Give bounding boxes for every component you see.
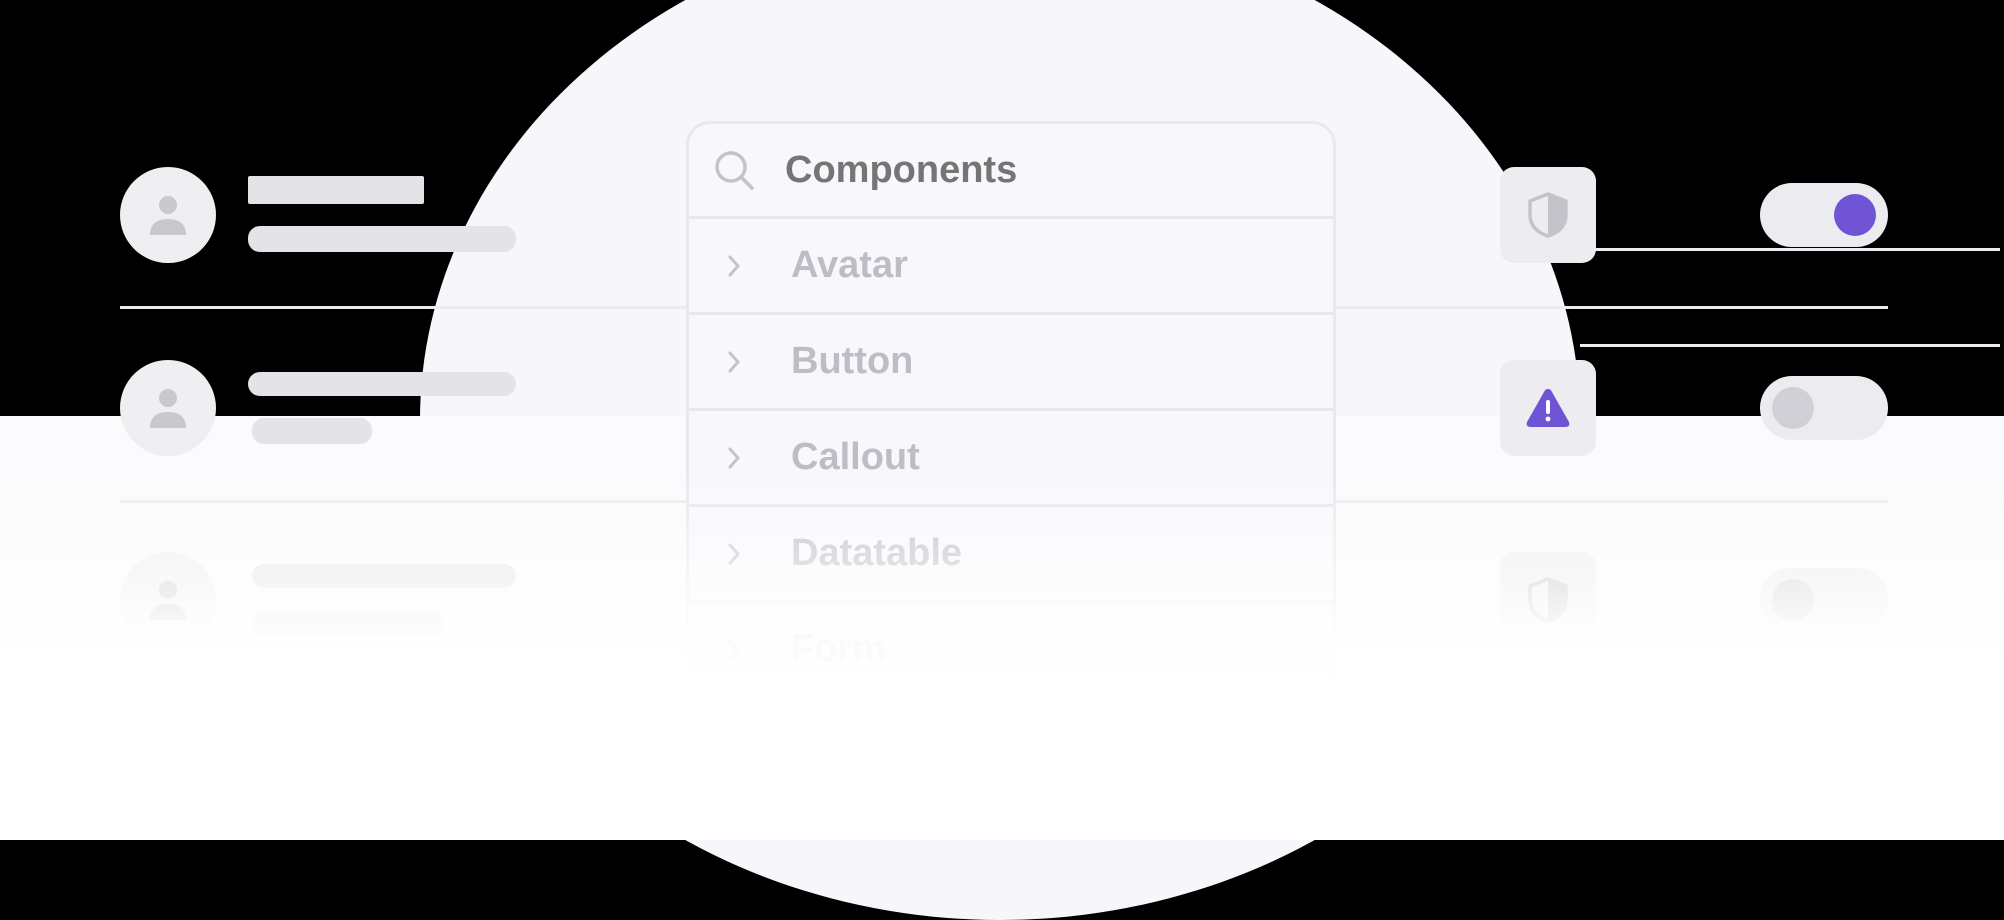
chevron-right-icon: [728, 447, 740, 468]
list-item-button[interactable]: Button: [689, 315, 1333, 411]
warning-triangle-icon: [1526, 389, 1570, 427]
chevron-right-icon: [728, 255, 740, 276]
search-bar: [689, 124, 1333, 219]
subtitle-placeholder: [248, 226, 516, 252]
user-icon: [150, 389, 186, 428]
search-icon: [715, 151, 754, 190]
toggle-switch-off[interactable]: [1760, 568, 1888, 632]
subtitle-placeholder: [252, 418, 372, 444]
list-item-label: Avatar: [791, 244, 908, 286]
shield-icon-box: [1500, 167, 1596, 263]
list-item-form[interactable]: Form: [689, 603, 1333, 699]
list-item-label: Callout: [791, 436, 920, 478]
warning-icon-box: [1500, 360, 1596, 456]
list-item-avatar[interactable]: Avatar: [689, 219, 1333, 315]
divider-line: [1580, 248, 2000, 251]
chevron-right-icon: [728, 351, 740, 372]
chevron-right-icon: [728, 639, 740, 660]
shield-icon: [1528, 577, 1568, 623]
user-icon: [150, 196, 186, 235]
subtitle-placeholder: [252, 612, 444, 636]
avatar: [120, 360, 216, 456]
toggle-switch-on[interactable]: [1760, 183, 1888, 247]
components-panel: Avatar Button Callout Datatable Form: [686, 121, 1336, 727]
shield-icon: [1528, 192, 1568, 238]
toggle-knob: [1772, 579, 1814, 621]
list-item-datatable[interactable]: Datatable: [689, 507, 1333, 603]
list-item-callout[interactable]: Callout: [689, 411, 1333, 507]
shield-icon-box: [1500, 552, 1596, 648]
search-input[interactable]: [783, 147, 1307, 193]
avatar: [120, 167, 216, 263]
toggle-switch-off[interactable]: [1760, 376, 1888, 440]
name-placeholder: [252, 564, 516, 588]
list-item-label: Button: [791, 340, 914, 382]
name-placeholder: [248, 372, 516, 396]
list-item-label: Datatable: [791, 532, 963, 574]
chevron-right-icon: [728, 543, 740, 564]
user-icon: [150, 581, 186, 620]
toggle-knob: [1772, 387, 1814, 429]
list-item-label: Form: [791, 628, 886, 670]
name-placeholder: [248, 176, 424, 204]
divider-line: [1580, 344, 2000, 347]
avatar: [120, 552, 216, 648]
toggle-knob: [1834, 194, 1876, 236]
